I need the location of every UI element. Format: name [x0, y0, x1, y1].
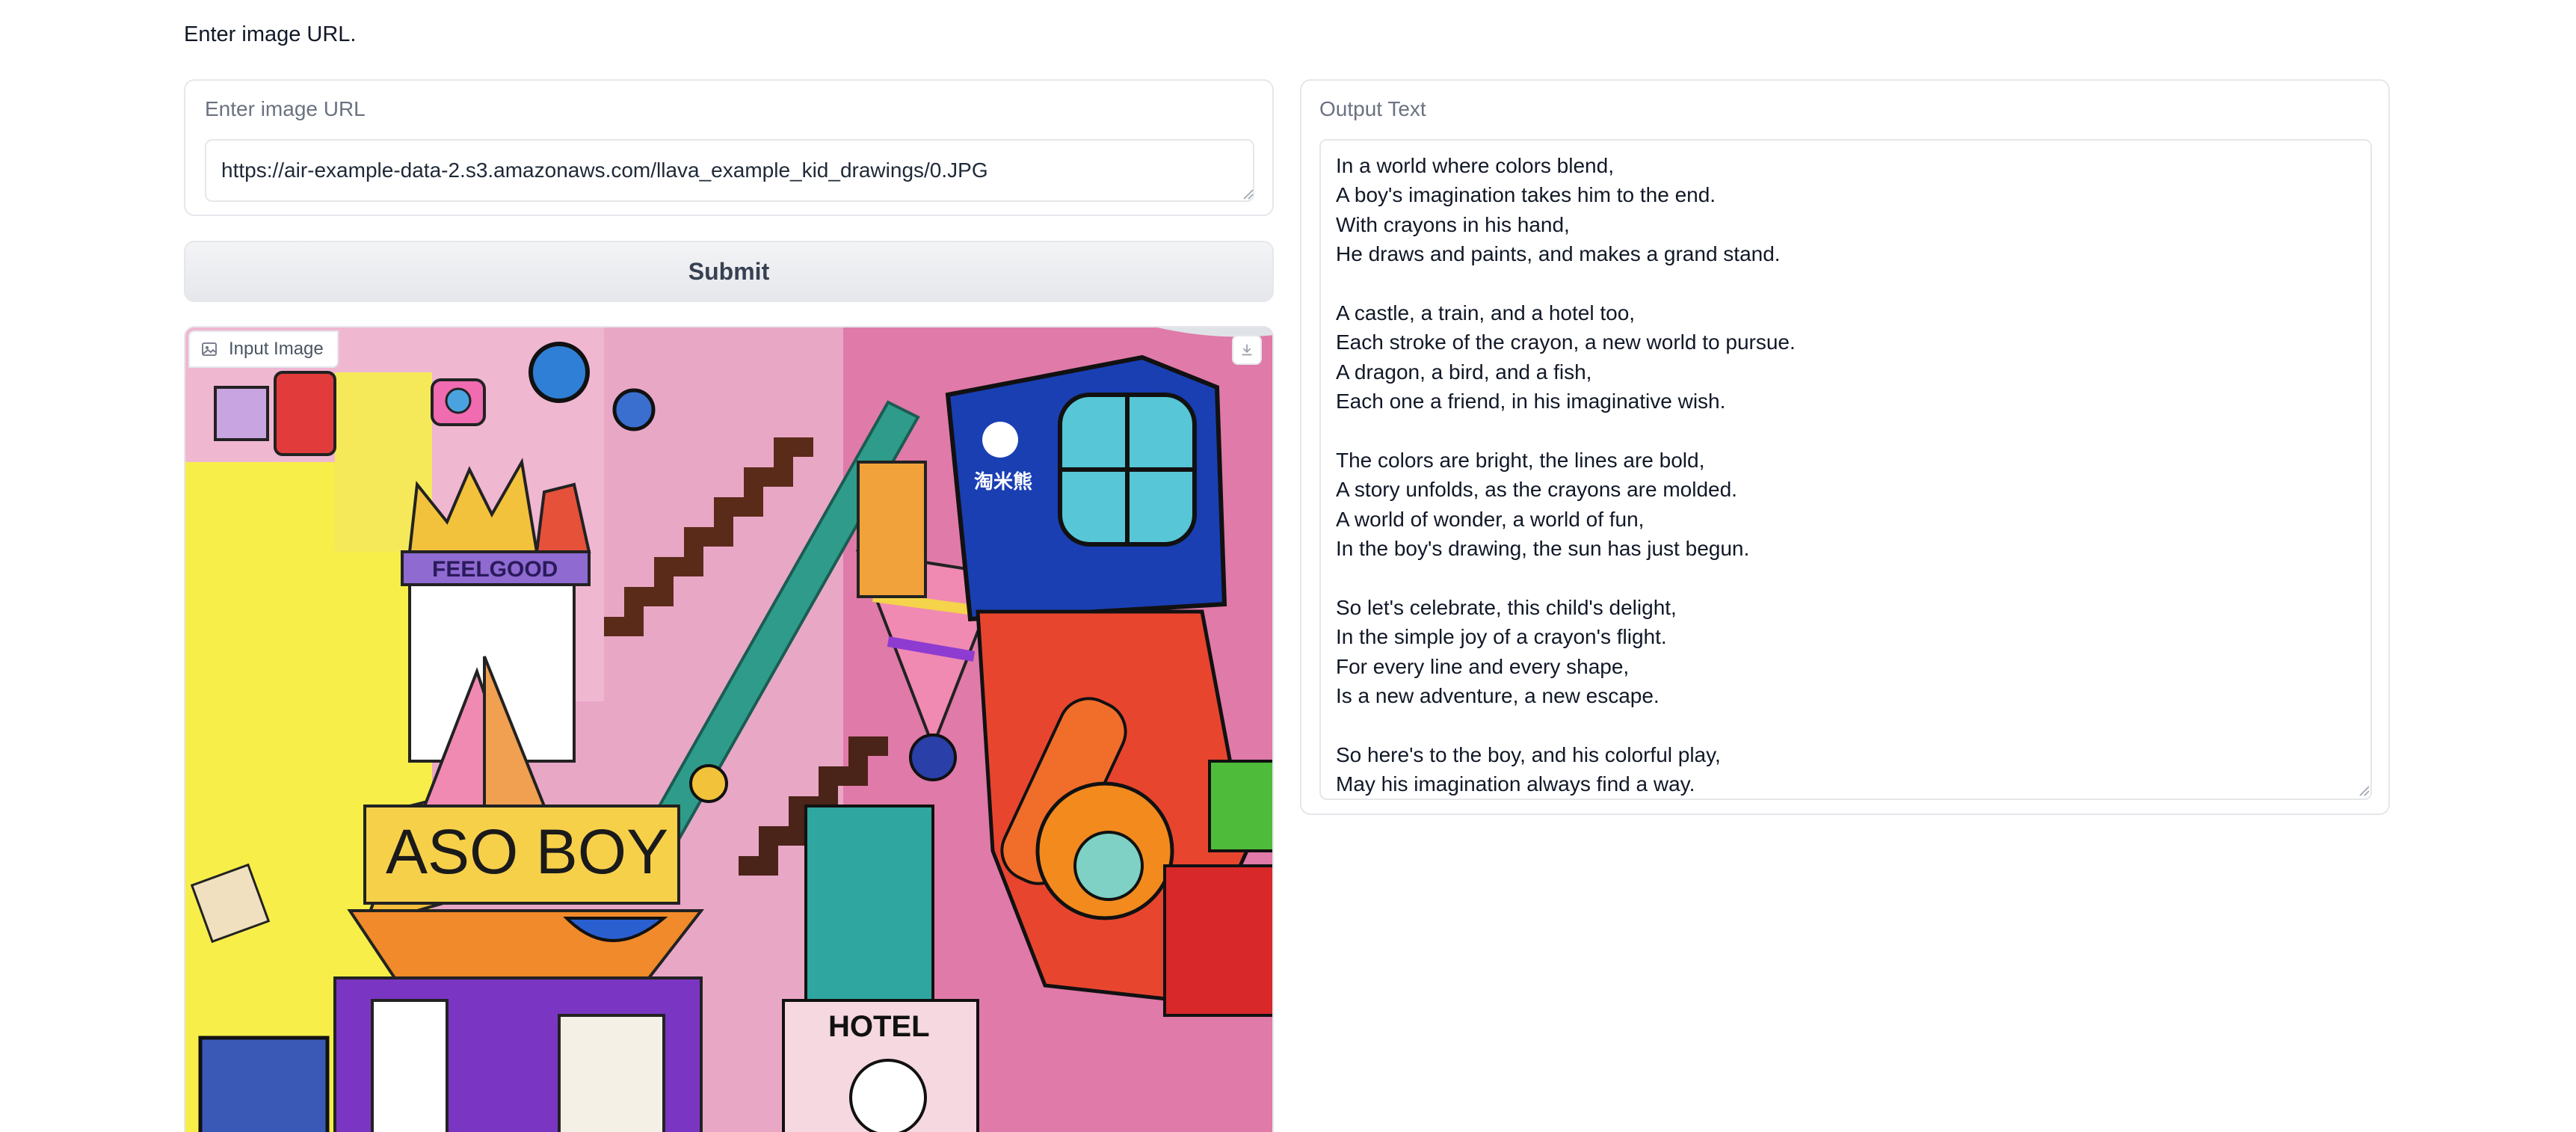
output-blank-line: [1336, 563, 2355, 592]
output-line: A boy's imagination takes him to the end…: [1336, 183, 1716, 207]
output-line: A story unfolds, as the crayons are mold…: [1336, 478, 1737, 502]
output-line: For every line and every shape,: [1336, 654, 1630, 678]
page-heading: Enter image URL.: [184, 22, 357, 46]
output-line: A world of wonder, a world of fun,: [1336, 507, 1645, 531]
output-line: Each stroke of the crayon, a new world t…: [1336, 330, 1796, 354]
drawing-sign-asoboy: ASO BOY: [386, 816, 668, 887]
input-image-label: Input Image: [229, 339, 324, 359]
drawing-sign-feelgood: FEELGOOD: [432, 557, 558, 582]
submit-button[interactable]: Submit: [184, 241, 1274, 302]
url-input-label: Enter image URL: [205, 97, 366, 120]
output-textarea[interactable]: In a world where colors blend, A boy's im…: [1319, 139, 2372, 800]
output-text-panel: Output Text In a world where colors blen…: [1300, 79, 2390, 815]
output-line: So here's to the boy, and his colorful p…: [1336, 742, 1721, 766]
output-line: The colors are bright, the lines are bol…: [1336, 448, 1705, 472]
output-text-label: Output Text: [1319, 97, 1426, 120]
output-line: With crayons in his hand,: [1336, 212, 1570, 236]
output-line: A dragon, a bird, and a fish,: [1336, 360, 1592, 384]
input-image-panel: Input Image FEELGOOD 淘米熊 ASO BOY HOTEL: [184, 326, 1274, 1132]
resize-grip-icon[interactable]: [1242, 188, 1254, 200]
resize-grip-icon[interactable]: [2358, 785, 2370, 797]
output-line: In the boy's drawing, the sun has just b…: [1336, 537, 1750, 561]
image-url-input[interactable]: https://air-example-data-2.s3.amazonaws.…: [205, 139, 1254, 202]
output-line: A castle, a train, and a hotel too,: [1336, 301, 1636, 324]
output-line: Each one a friend, in his imaginative wi…: [1336, 390, 1726, 413]
output-line: He draws and paints, and makes a grand s…: [1336, 242, 1781, 266]
download-icon: [1242, 344, 1252, 356]
output-blank-line: [1336, 416, 2355, 446]
output-line: May his imagination always find a way.: [1336, 772, 1695, 796]
output-blank-line: [1336, 269, 2355, 298]
output-line: So let's celebrate, this child's delight…: [1336, 595, 1677, 619]
output-blank-line: [1336, 710, 2355, 739]
url-input-panel: Enter image URL https://air-example-data…: [184, 79, 1274, 216]
drawing-sign-hotel: HOTEL: [828, 1010, 930, 1043]
image-icon: [202, 342, 217, 356]
kids-drawing-image: FEELGOOD 淘米熊 ASO BOY HOTEL: [185, 327, 1272, 1132]
drawing-brand-text: 淘米熊: [974, 470, 1032, 493]
output-line: In the simple joy of a crayon's flight.: [1336, 625, 1667, 649]
input-image-label-chip: Input Image: [188, 330, 339, 368]
output-line: Is a new adventure, a new escape.: [1336, 684, 1660, 708]
output-line: In a world where colors blend,: [1336, 154, 1614, 177]
download-button[interactable]: [1232, 335, 1262, 365]
